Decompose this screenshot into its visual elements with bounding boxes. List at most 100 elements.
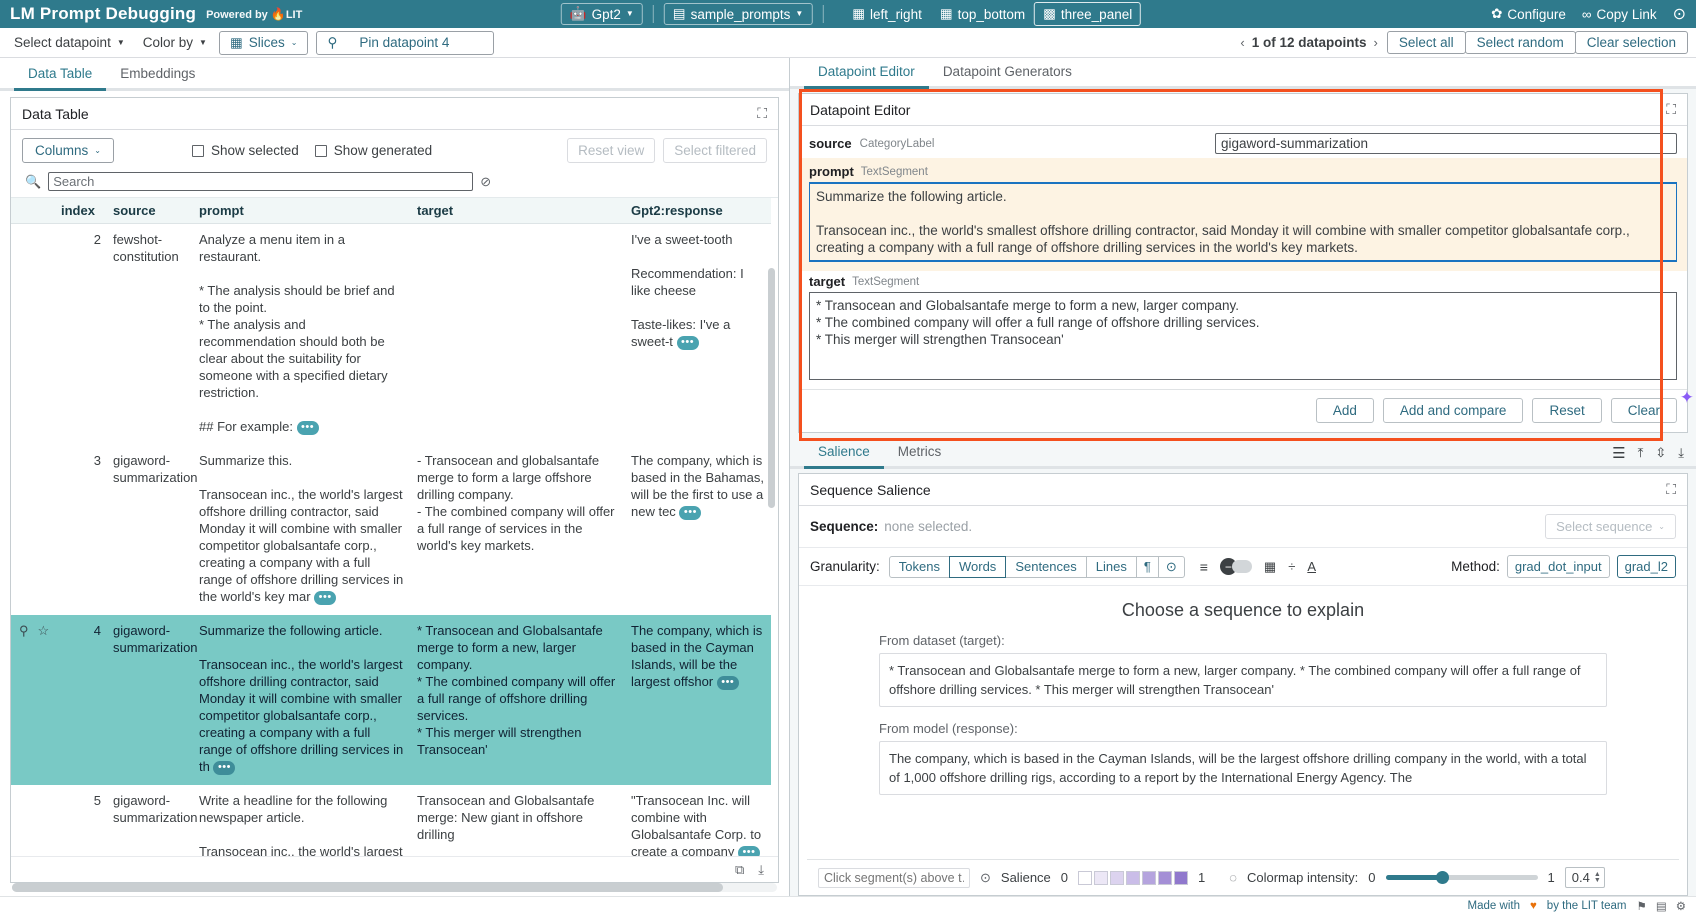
main-content: Data Table Embeddings Data Table ⛶ Colum…: [0, 58, 1696, 896]
method-grad-dot-input[interactable]: grad_dot_input: [1507, 555, 1610, 578]
pin-icon[interactable]: ⚲: [19, 622, 29, 639]
drag-handle-icon[interactable]: ☰: [1612, 444, 1625, 462]
th-target[interactable]: target: [411, 198, 625, 224]
data-table-scroll[interactable]: index source prompt target Gpt2:response…: [11, 197, 778, 856]
select-sequence-button[interactable]: Select sequence ⌄: [1545, 514, 1676, 539]
dataset-selector[interactable]: ▤ sample_prompts ▼: [664, 3, 812, 25]
expand-ellipsis-icon[interactable]: •••: [297, 421, 319, 435]
scrollbar-thumb[interactable]: [12, 883, 723, 892]
table-row[interactable]: 5 gigaword-summarization Write a headlin…: [11, 785, 771, 856]
add-button[interactable]: Add: [1316, 398, 1374, 423]
download-icon[interactable]: ⤓: [758, 862, 764, 878]
copy-icon[interactable]: ⧉: [735, 862, 744, 878]
flag-icon[interactable]: ⚑: [1637, 899, 1647, 913]
help-icon[interactable]: ⊘: [480, 174, 491, 190]
dense-toggle[interactable]: −: [1220, 558, 1252, 575]
add-and-compare-button[interactable]: Add and compare: [1383, 398, 1524, 423]
segment-input[interactable]: [818, 868, 970, 888]
colormap-slider[interactable]: [1386, 875, 1538, 880]
tab-data-table[interactable]: Data Table: [14, 60, 106, 88]
select-datapoint-dropdown[interactable]: Select datapoint ▼: [8, 33, 131, 52]
expand-middle-icon[interactable]: ⇳: [1655, 445, 1666, 461]
granularity-tokens[interactable]: Tokens: [889, 556, 950, 578]
expand-ellipsis-icon[interactable]: •••: [738, 846, 760, 856]
prompt-textarea[interactable]: [809, 182, 1677, 262]
collapse-down-icon[interactable]: ⤓: [1678, 445, 1684, 461]
slider-track[interactable]: [1386, 875, 1538, 880]
layout-top-bottom[interactable]: ▦ top_bottom: [931, 2, 1034, 26]
th-index[interactable]: index: [55, 198, 107, 224]
expand-ellipsis-icon[interactable]: •••: [717, 676, 739, 690]
columns-button[interactable]: Columns ⌄: [22, 138, 114, 163]
table-horizontal-scrollbar[interactable]: [12, 883, 777, 892]
color-by-dropdown[interactable]: Color by ▼: [137, 33, 213, 52]
sparkle-icon[interactable]: ✦: [1680, 388, 1694, 408]
document-icon[interactable]: ▤: [1656, 899, 1667, 913]
collapse-up-icon[interactable]: ⤒: [1638, 445, 1644, 461]
from-dataset-value[interactable]: * Transocean and Globalsantafe merge to …: [879, 653, 1607, 707]
expand-icon[interactable]: ⛶: [1666, 481, 1676, 498]
salience-info-icon: ⊙: [980, 870, 991, 886]
slices-button[interactable]: ▦ Slices ⌄: [219, 31, 308, 55]
grid-view-icon[interactable]: ▦: [1264, 559, 1276, 575]
th-response[interactable]: Gpt2:response: [625, 198, 771, 224]
show-generated-checkbox[interactable]: Show generated: [315, 143, 432, 158]
select-random-button[interactable]: Select random: [1465, 31, 1576, 54]
granularity-lines[interactable]: Lines: [1086, 556, 1137, 578]
expand-ellipsis-icon[interactable]: •••: [213, 761, 235, 775]
tab-datapoint-generators[interactable]: Datapoint Generators: [929, 58, 1086, 86]
toolbar-right-group: ‹ 1 of 12 datapoints › Select all Select…: [1240, 31, 1688, 54]
show-selected-checkbox[interactable]: Show selected: [192, 143, 299, 158]
tab-datapoint-editor[interactable]: Datapoint Editor: [804, 58, 929, 86]
method-grad-l2[interactable]: grad_l2: [1617, 555, 1676, 578]
expand-icon[interactable]: ⛶: [1666, 101, 1676, 118]
divide-icon[interactable]: ÷: [1288, 559, 1295, 574]
tab-salience[interactable]: Salience: [804, 438, 884, 466]
layout-three-panel[interactable]: ▩ three_panel: [1034, 2, 1141, 26]
help-circle-icon[interactable]: ⊙: [1673, 4, 1686, 24]
granularity-words[interactable]: Words: [949, 556, 1006, 578]
next-datapoint-icon[interactable]: ›: [1374, 35, 1378, 50]
powered-by-label: Powered by: [206, 9, 268, 21]
target-textarea[interactable]: [809, 292, 1677, 380]
table-vertical-scrollbar[interactable]: [768, 268, 775, 508]
select-filtered-button[interactable]: Select filtered: [663, 138, 767, 163]
source-input[interactable]: [1215, 133, 1677, 154]
tab-embeddings[interactable]: Embeddings: [106, 60, 209, 88]
configure-button[interactable]: ✿ Configure: [1491, 6, 1566, 22]
clear-button[interactable]: Clear: [1611, 398, 1677, 423]
layout-left-right[interactable]: ▦ left_right: [843, 2, 931, 26]
stepper-arrows[interactable]: ▲▼: [1594, 872, 1601, 884]
granularity-sentences[interactable]: Sentences: [1005, 556, 1086, 578]
star-icon[interactable]: ☆: [38, 622, 50, 639]
select-all-button[interactable]: Select all: [1387, 31, 1466, 54]
editor-buttons: Add Add and compare Reset Clear: [799, 389, 1687, 432]
settings-icon[interactable]: ⚙: [1676, 899, 1686, 913]
expand-ellipsis-icon[interactable]: •••: [677, 336, 699, 350]
th-source[interactable]: source: [107, 198, 193, 224]
granularity-paragraph-icon[interactable]: ¶: [1136, 556, 1159, 578]
table-row[interactable]: ⚲ ☆ 4 gigaword-summarization Summarize t…: [11, 615, 771, 785]
reset-view-button[interactable]: Reset view: [567, 138, 655, 163]
align-lines-icon[interactable]: ≡: [1200, 559, 1208, 575]
prev-datapoint-icon[interactable]: ‹: [1240, 35, 1244, 50]
model-selector[interactable]: 🤖 Gpt2 ▼: [561, 3, 643, 25]
table-row[interactable]: 2 fewshot-constitution Analyze a menu it…: [11, 224, 771, 446]
reset-button[interactable]: Reset: [1532, 398, 1601, 423]
colormap-value-stepper[interactable]: 0.4 ▲▼: [1565, 867, 1605, 888]
slider-knob[interactable]: [1436, 871, 1449, 884]
search-input[interactable]: [48, 172, 473, 191]
granularity-custom-icon[interactable]: ⊙: [1158, 556, 1185, 578]
expand-icon[interactable]: ⛶: [757, 105, 767, 122]
expand-ellipsis-icon[interactable]: •••: [314, 591, 336, 605]
clear-selection-button[interactable]: Clear selection: [1575, 31, 1688, 54]
from-model-value[interactable]: The company, which is based in the Cayma…: [879, 741, 1607, 795]
expand-ellipsis-icon[interactable]: •••: [679, 506, 701, 520]
copy-link-button[interactable]: ∞ Copy Link: [1582, 7, 1657, 22]
pin-datapoint-button[interactable]: ⚲ Pin datapoint 4: [316, 31, 494, 55]
cell-response: "Transocean Inc. will combine with Globa…: [625, 785, 771, 856]
table-row[interactable]: 3 gigaword-summarization Summarize this.…: [11, 445, 771, 615]
tab-metrics[interactable]: Metrics: [884, 438, 956, 466]
th-prompt[interactable]: prompt: [193, 198, 411, 224]
font-size-icon[interactable]: A: [1307, 559, 1316, 574]
